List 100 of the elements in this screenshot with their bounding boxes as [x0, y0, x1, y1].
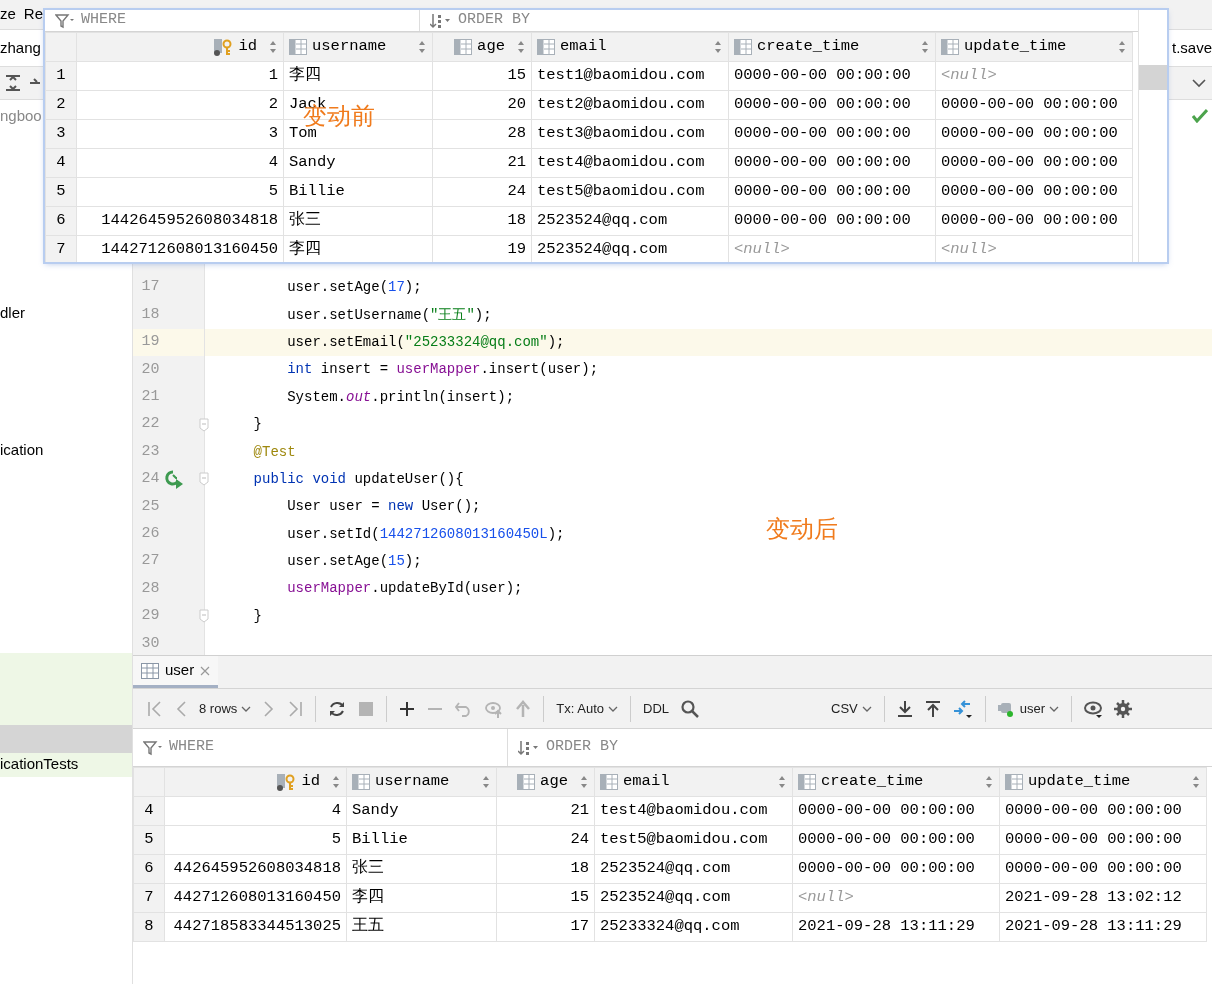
- table-cell: 0000-00-00 00:00:00: [792, 796, 1000, 826]
- sort-arrows-icon[interactable]: [1191, 775, 1201, 789]
- table-cell: 1: [76, 61, 284, 91]
- ddl-button[interactable]: DDL: [637, 693, 675, 724]
- line-number: 24: [140, 469, 160, 490]
- table-cell: 15: [496, 883, 595, 913]
- tree-item[interactable]: ication: [0, 439, 132, 463]
- column-header[interactable]: username: [283, 32, 433, 62]
- first-page-icon: [147, 699, 163, 718]
- table-cell: test2@baomidou.com: [531, 90, 729, 120]
- sort-arrows-icon[interactable]: [1117, 40, 1127, 54]
- sort-arrows-icon[interactable]: [481, 775, 491, 789]
- row-number: 1: [45, 61, 77, 91]
- table-cell: 2021-09-28 13:02:12: [999, 883, 1207, 913]
- result-tab[interactable]: user: [133, 656, 219, 688]
- filter-icon[interactable]: [143, 739, 163, 756]
- line-number: 30: [140, 633, 160, 654]
- column-header[interactable]: username: [346, 767, 497, 797]
- code-line: userMapper.updateById(user);: [286, 579, 523, 599]
- table-cell: 20: [432, 90, 532, 120]
- sort-arrows-icon[interactable]: [331, 775, 341, 789]
- tree-item[interactable]: ngboo: [0, 104, 42, 128]
- scrollbar-thumb[interactable]: [1139, 65, 1167, 90]
- table-cell: test4@baomidou.com: [531, 148, 729, 178]
- where-field[interactable]: WHERE: [81, 10, 126, 32]
- order-by-field[interactable]: ORDER BY: [458, 10, 530, 32]
- table-cell: 0000-00-00 00:00:00: [792, 854, 1000, 884]
- column-header[interactable]: age: [496, 767, 595, 797]
- download-icon: [896, 699, 913, 718]
- table-cell: 2: [76, 90, 284, 120]
- menu-item[interactable]: ze: [0, 3, 16, 26]
- sort-arrows-icon[interactable]: [713, 40, 723, 54]
- column-header[interactable]: create_time: [792, 767, 1000, 797]
- column-header[interactable]: email: [531, 32, 729, 62]
- line-number: 23: [140, 441, 160, 462]
- sort-arrows-icon[interactable]: [777, 775, 787, 789]
- export-format-dropdown[interactable]: CSV: [825, 693, 878, 724]
- code-line: @Test: [252, 442, 296, 462]
- code-line: user.setUsername("王五");: [286, 305, 492, 325]
- column-icon: [941, 39, 959, 55]
- column-header[interactable]: age: [432, 32, 532, 62]
- code-line: }: [252, 415, 262, 435]
- table-cell: 0000-00-00 00:00:00: [728, 206, 936, 236]
- table-cell: 18: [496, 854, 595, 884]
- expand-icon[interactable]: [4, 74, 22, 92]
- column-icon: [734, 39, 752, 55]
- settings-icon: [1114, 699, 1133, 718]
- column-header[interactable]: update_time: [935, 32, 1133, 62]
- sort-arrows-icon[interactable]: [920, 40, 930, 54]
- transaction-dropdown[interactable]: Tx: Auto: [550, 693, 624, 724]
- table-cell: 0000-00-00 00:00:00: [728, 148, 936, 178]
- table-cell: Billie: [283, 177, 433, 207]
- row-number: 5: [133, 825, 165, 855]
- schema-dropdown[interactable]: user: [991, 693, 1066, 724]
- annotation-text: 变动后: [766, 517, 838, 541]
- sort-icon[interactable]: [430, 12, 452, 29]
- table-cell: 17: [496, 912, 595, 942]
- table-cell: 0000-00-00 00:00:00: [728, 177, 936, 207]
- table-cell: 5: [164, 825, 347, 855]
- table-cell: 21: [432, 148, 532, 178]
- code-line: user.setId(1442712608013160450L);: [286, 524, 565, 544]
- where-field[interactable]: WHERE: [169, 736, 214, 759]
- table-cell: 24: [496, 825, 595, 855]
- file-tab[interactable]: t.save: [1171, 36, 1212, 60]
- filter-icon[interactable]: [55, 12, 75, 29]
- column-icon: [600, 774, 618, 790]
- column-header[interactable]: create_time: [728, 32, 936, 62]
- last-page-icon: [287, 699, 304, 718]
- column-icon: [798, 774, 816, 790]
- column-header[interactable]: email: [594, 767, 793, 797]
- menu-item[interactable]: Re: [23, 3, 44, 26]
- row-number: 4: [133, 796, 165, 826]
- tree-item[interactable]: dler: [0, 302, 132, 326]
- order-by-field[interactable]: ORDER BY: [546, 736, 618, 759]
- column-icon: [517, 774, 536, 790]
- sort-arrows-icon[interactable]: [268, 40, 278, 54]
- close-icon[interactable]: [200, 665, 211, 676]
- sort-arrows-icon[interactable]: [984, 775, 994, 789]
- column-header[interactable]: id: [76, 32, 284, 62]
- project-label[interactable]: zhang: [0, 36, 41, 60]
- page-size-dropdown[interactable]: 8 rows: [193, 693, 258, 724]
- row-number: 6: [133, 854, 165, 884]
- caret-icon: [861, 705, 872, 712]
- column-header[interactable]: update_time: [999, 767, 1207, 797]
- run-test-icon[interactable]: [164, 469, 185, 490]
- caret-icon: [241, 705, 252, 712]
- sort-arrows-icon[interactable]: [579, 775, 589, 789]
- table-cell: 李四: [283, 61, 433, 91]
- sort-arrows-icon[interactable]: [516, 40, 526, 54]
- line-number: 22: [140, 414, 160, 435]
- caret-icon: [608, 705, 618, 712]
- column-header[interactable]: id: [164, 767, 347, 797]
- code-line: public void updateUser(){: [252, 469, 464, 489]
- table-cell: 0000-00-00 00:00:00: [728, 61, 936, 91]
- sort-icon[interactable]: [518, 739, 540, 756]
- chevron-down-icon[interactable]: [1192, 78, 1206, 88]
- code-line: System.out.println(insert);: [286, 387, 515, 407]
- sort-arrows-icon[interactable]: [417, 40, 427, 54]
- tree-item[interactable]: icationTests: [0, 753, 132, 777]
- table-cell: 0000-00-00 00:00:00: [999, 796, 1207, 826]
